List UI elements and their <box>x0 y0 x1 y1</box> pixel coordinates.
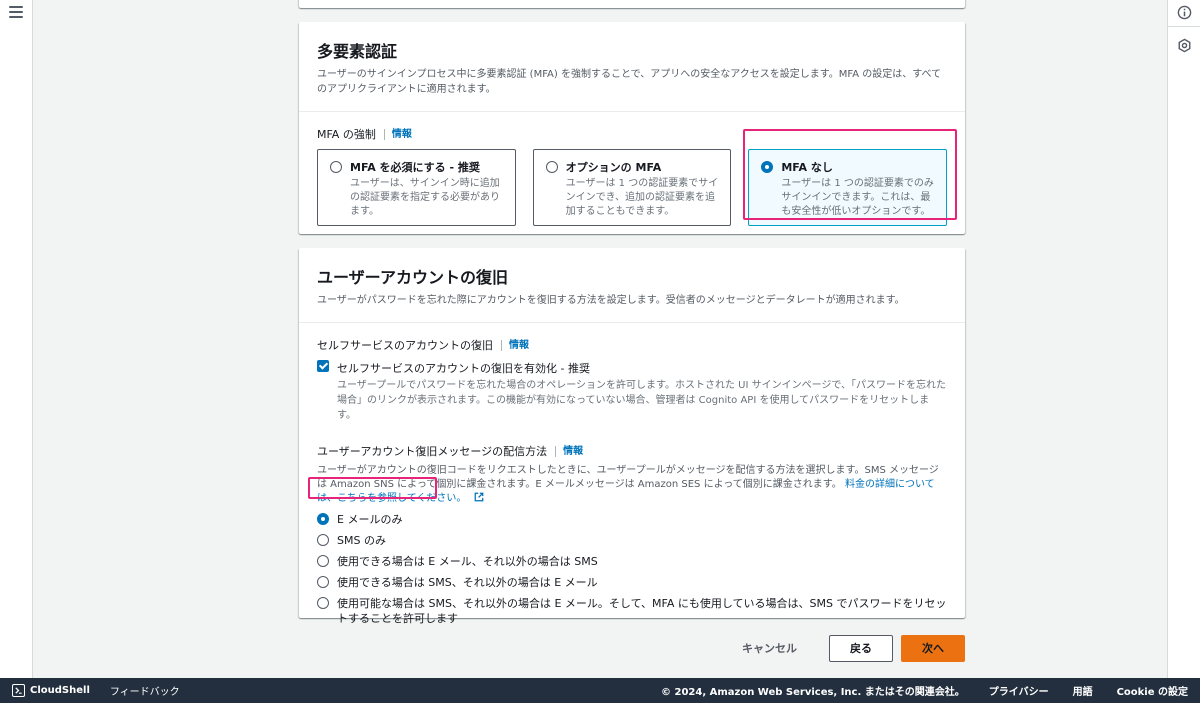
mfa-optional-tile[interactable]: オプションの MFA ユーザーは 1 つの認証要素でサインインでき、追加の認証要… <box>532 149 732 226</box>
self-service-checkbox-desc: ユーザープールでパスワードを忘れた場合のオペレーションを許可します。ホストされた… <box>337 380 947 421</box>
delivery-method-options: E メールのみ SMS のみ 使用できる場合は E メール、それ以外の場合は S… <box>317 512 947 626</box>
mfa-required-radio[interactable] <box>330 161 342 173</box>
copyright-text: © 2024, Amazon Web Services, Inc. またはその関… <box>661 687 965 698</box>
sms-mfa-option[interactable]: 使用可能な場合は SMS、それ以外の場合は E メール。そして、MFA にも使用… <box>317 596 947 626</box>
mfa-required-label: MFA を必須にする - 推奨 <box>350 161 480 174</box>
sms-then-email-label: 使用できる場合は SMS、それ以外の場合は E メール <box>337 576 598 589</box>
previous-panel <box>299 0 965 8</box>
footer-links: © 2024, Amazon Web Services, Inc. またはその関… <box>661 683 1188 698</box>
back-button[interactable]: 戻る <box>829 634 893 662</box>
sms-mfa-radio[interactable] <box>317 597 329 609</box>
delivery-method-text: ユーザーアカウント復旧メッセージの配信方法 <box>317 445 548 458</box>
mfa-required-tile[interactable]: MFA を必須にする - 推奨 ユーザーは、サインイン時に追加の認証要素を指定す… <box>317 149 516 226</box>
mfa-header: 多要素認証 ユーザーのサインインプロセス中に多要素認証 (MFA) を強制するこ… <box>299 22 965 112</box>
mfa-none-desc: ユーザーは 1 つの認証要素でのみサインインできます。これは、最も安全性が低いオ… <box>781 178 934 217</box>
email-only-radio[interactable] <box>317 513 329 525</box>
mfa-optional-label: オプションの MFA <box>565 161 662 174</box>
self-service-checkbox[interactable] <box>317 360 329 372</box>
mfa-none-tile[interactable]: MFA なし ユーザーは 1 つの認証要素でのみサインインできます。これは、最も… <box>748 149 948 226</box>
rail-divider <box>1168 26 1200 27</box>
left-navigation-rail <box>0 0 33 678</box>
account-recovery-panel: ユーザーアカウントの復旧 ユーザーがパスワードを忘れた際にアカウントを復旧する方… <box>299 248 965 625</box>
terminal-icon <box>12 684 25 697</box>
self-service-info-link[interactable]: 情報 <box>501 339 529 351</box>
cancel-button[interactable]: キャンセル <box>726 634 813 662</box>
info-icon[interactable] <box>1177 5 1192 20</box>
self-service-text: セルフサービスのアカウントの復旧 <box>317 339 493 352</box>
privacy-link[interactable]: プライバシー <box>989 683 1049 698</box>
delivery-info-link[interactable]: 情報 <box>555 445 583 457</box>
self-service-checkbox-row[interactable]: セルフサービスのアカウントの復旧を有効化 - 推奨 <box>317 360 947 376</box>
terms-link[interactable]: 用語 <box>1073 683 1093 698</box>
sms-mfa-label: 使用可能な場合は SMS、それ以外の場合は E メール。そして、MFA にも使用… <box>337 597 947 625</box>
menu-icon[interactable] <box>9 6 23 18</box>
cloudshell-label: CloudShell <box>30 685 90 696</box>
mfa-body: MFA の強制 情報 MFA を必須にする - 推奨 ユーザーは、サインイン時に… <box>299 112 965 238</box>
mfa-panel: 多要素認証 ユーザーのサインインプロセス中に多要素認証 (MFA) を強制するこ… <box>299 22 965 234</box>
mfa-info-link[interactable]: 情報 <box>383 128 412 140</box>
recovery-description: ユーザーがパスワードを忘れた際にアカウントを復旧する方法を設定します。受信者のメ… <box>317 295 905 306</box>
mfa-enforcement-label: MFA の強制 情報 <box>317 126 947 142</box>
feedback-link[interactable]: フィードバック <box>110 683 180 698</box>
email-only-label: E メールのみ <box>337 513 403 526</box>
delivery-method-label: ユーザーアカウント復旧メッセージの配信方法 情報 <box>317 443 947 459</box>
sms-only-radio[interactable] <box>317 534 329 546</box>
external-link-icon[interactable] <box>474 492 484 502</box>
self-service-label: セルフサービスのアカウントの復旧 情報 <box>317 337 947 353</box>
right-tools-rail <box>1167 0 1200 678</box>
recovery-body: セルフサービスのアカウントの復旧 情報 セルフサービスのアカウントの復旧を有効化… <box>299 323 965 644</box>
email-then-sms-option[interactable]: 使用できる場合は E メール、それ以外の場合は SMS <box>317 554 947 569</box>
mfa-enforcement-text: MFA の強制 <box>317 128 376 141</box>
wizard-actions: キャンセル 戻る 次へ <box>726 634 965 662</box>
mfa-option-tiles: MFA を必須にする - 推奨 ユーザーは、サインイン時に追加の認証要素を指定す… <box>317 149 948 226</box>
self-service-checkbox-label: セルフサービスのアカウントの復旧を有効化 - 推奨 <box>337 362 590 375</box>
recovery-title: ユーザーアカウントの復旧 <box>317 268 509 287</box>
email-then-sms-radio[interactable] <box>317 555 329 567</box>
mfa-description: ユーザーのサインインプロセス中に多要素認証 (MFA) を強制することで、アプリ… <box>317 69 942 95</box>
mfa-optional-desc: ユーザーは 1 つの認証要素でサインインでき、追加の認証要素を追加することもでき… <box>565 178 719 217</box>
sms-then-email-radio[interactable] <box>317 576 329 588</box>
hexagon-settings-icon[interactable] <box>1177 38 1192 53</box>
mfa-required-desc: ユーザーは、サインイン時に追加の認証要素を指定する必要があります。 <box>350 178 500 217</box>
cloudshell-button[interactable]: CloudShell <box>12 684 90 697</box>
email-only-option[interactable]: E メールのみ <box>317 512 947 527</box>
mfa-optional-radio[interactable] <box>545 161 558 173</box>
next-button[interactable]: 次へ <box>901 634 965 662</box>
sms-only-option[interactable]: SMS のみ <box>317 533 947 548</box>
mfa-none-label: MFA なし <box>781 161 833 174</box>
cookie-settings-link[interactable]: Cookie の設定 <box>1117 683 1188 698</box>
sms-then-email-option[interactable]: 使用できる場合は SMS、それ以外の場合は E メール <box>317 575 947 590</box>
recovery-header: ユーザーアカウントの復旧 ユーザーがパスワードを忘れた際にアカウントを復旧する方… <box>299 248 965 323</box>
delivery-method-desc: ユーザーがアカウントの復旧コードをリクエストしたときに、ユーザープールがメッセー… <box>317 464 947 506</box>
sms-only-label: SMS のみ <box>337 534 386 547</box>
email-then-sms-label: 使用できる場合は E メール、それ以外の場合は SMS <box>337 555 598 568</box>
main-content: 多要素認証 ユーザーのサインインプロセス中に多要素認証 (MFA) を強制するこ… <box>34 0 1166 678</box>
mfa-title: 多要素認証 <box>317 42 398 61</box>
mfa-none-radio[interactable] <box>761 161 774 173</box>
console-footer: CloudShell フィードバック © 2024, Amazon Web Se… <box>0 678 1200 703</box>
